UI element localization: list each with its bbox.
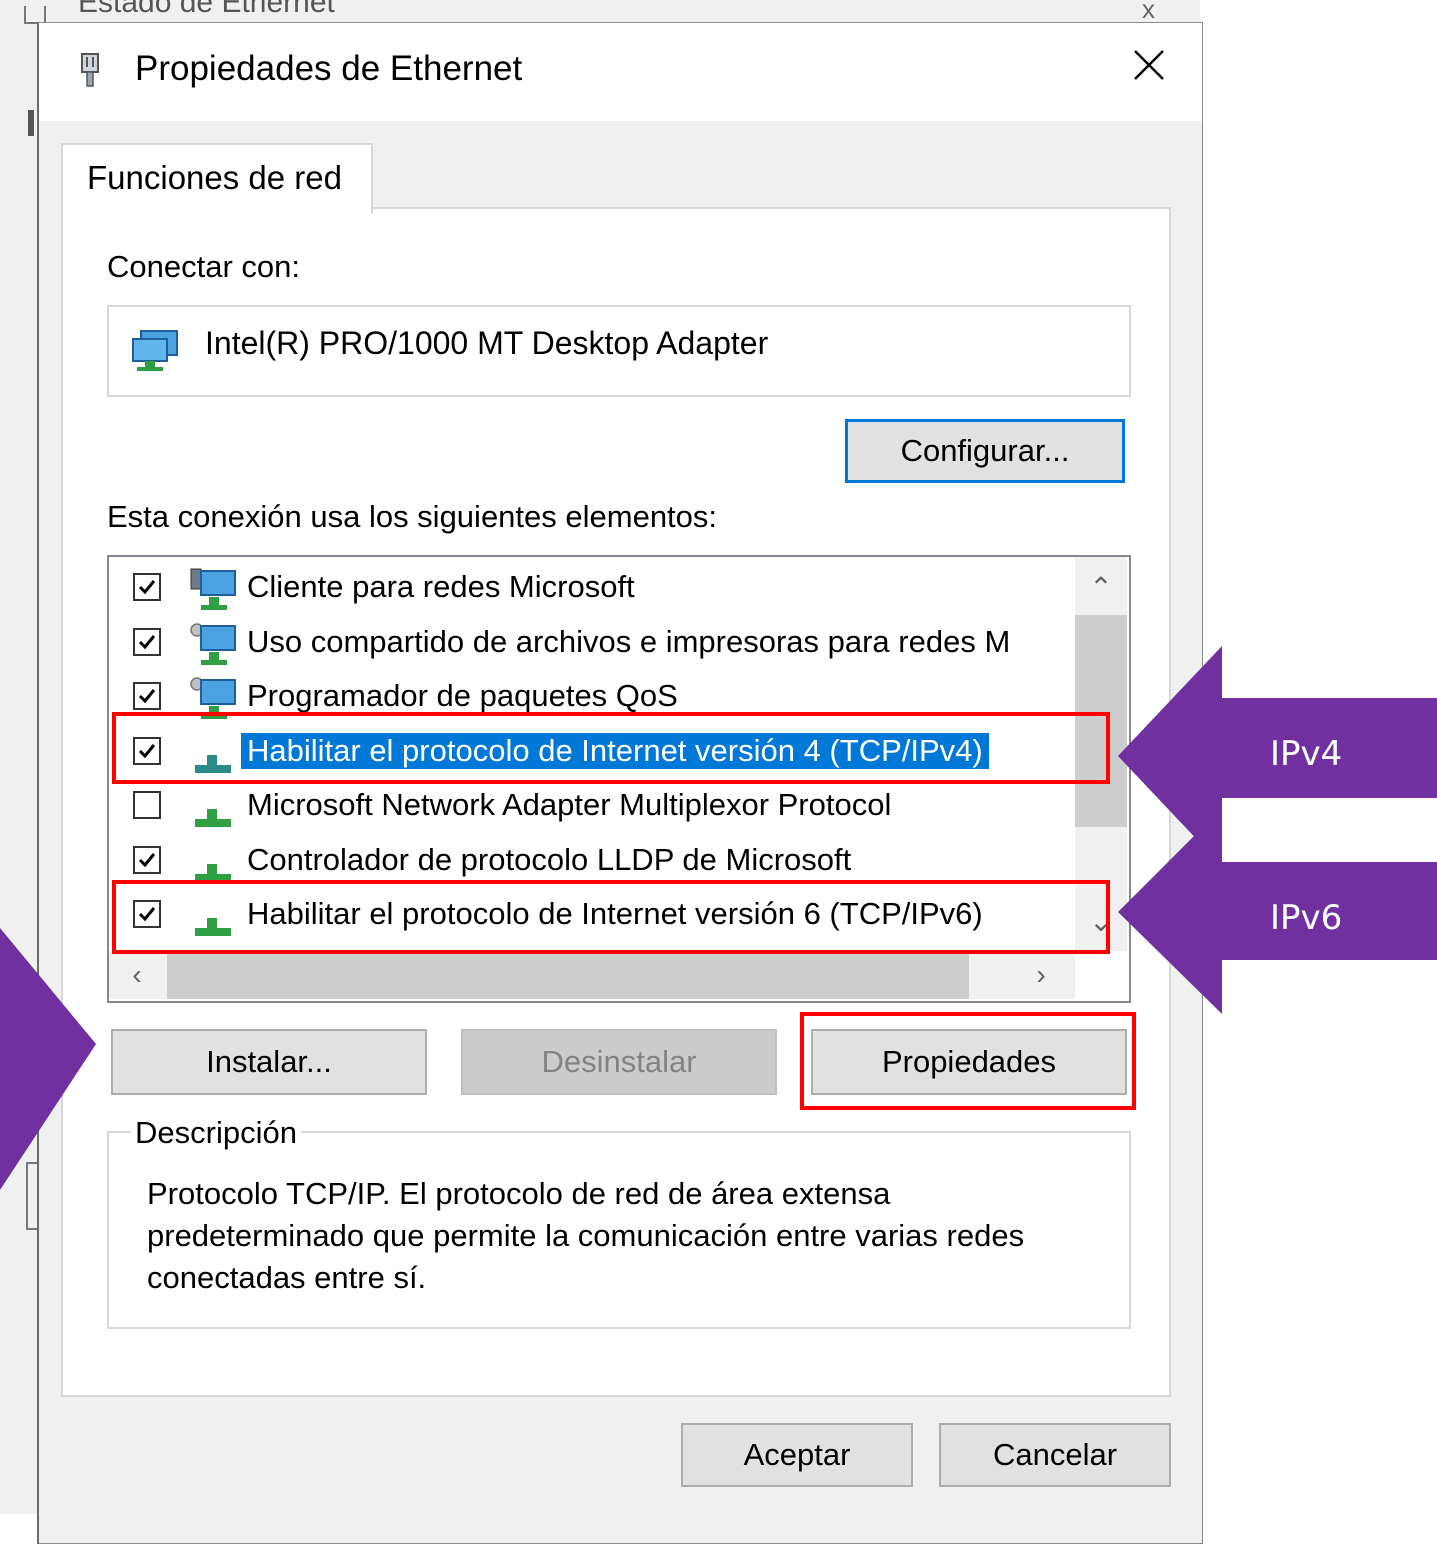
file-sharing-icon [190,622,236,665]
adapter-name: Intel(R) PRO/1000 MT Desktop Adapter [205,325,769,361]
list-item[interactable]: Uso compartido de archivos e impresoras … [109,616,1075,670]
item-checkbox[interactable] [133,845,161,874]
cancel-button[interactable]: Cancelar [939,1423,1171,1487]
ipv4-callout-label: IPv4 [1270,734,1343,774]
list-item[interactable]: Microsoft Network Adapter Multiplexor Pr… [109,779,1075,833]
tab-networking[interactable]: Funciones de red [61,143,373,213]
horizontal-scroll-thumb[interactable] [167,951,969,999]
elements-label: Esta conexión usa los siguientes element… [107,499,718,534]
description-text: Protocolo TCP/IP. El protocolo de red de… [147,1176,1025,1295]
checkmark-icon [138,634,156,649]
network-client-icon [190,568,236,610]
protocol-icon [195,809,231,827]
configure-button[interactable]: Configurar... [845,419,1125,483]
item-checkbox[interactable] [133,791,161,819]
checkmark-icon [138,580,156,595]
adapter-field: Intel(R) PRO/1000 MT Desktop Adapter [107,305,1131,397]
tab-label: Funciones de red [87,159,342,196]
ipv4-highlight-box [112,712,1110,784]
ok-button[interactable]: Aceptar [681,1423,913,1487]
item-checkbox[interactable] [133,573,161,601]
checkmark-icon [138,852,156,867]
horizontal-scrollbar[interactable]: ‹ › [109,951,1075,999]
properties-highlight-box [800,1012,1136,1110]
item-checkbox[interactable] [133,627,161,656]
scroll-left-icon[interactable]: ‹ [111,951,163,999]
item-label: Controlador de protocolo LLDP de Microso… [247,841,852,877]
description-title: Descripción [131,1115,301,1151]
network-adapter-icon [132,330,178,371]
item-checkbox[interactable] [133,682,161,710]
scroll-right-icon[interactable]: › [1015,951,1067,999]
dialog-title: Propiedades de Ethernet [135,49,523,88]
ipv6-callout-label: IPv6 [1270,898,1343,938]
connect-with-label: Conectar con: [107,249,300,284]
title-bar: Propiedades de Ethernet [39,23,1202,121]
background-edge [28,110,34,136]
background-window-title: Estado de Ethernet [78,0,335,19]
uninstall-button: Desinstalar [461,1029,777,1095]
install-button[interactable]: Instalar... [111,1029,427,1095]
item-label: Cliente para redes Microsoft [247,569,635,604]
item-label: Microsoft Network Adapter Multiplexor Pr… [247,787,892,822]
list-item[interactable]: Cliente para redes Microsoft [109,561,1075,615]
install-arrow [0,928,96,1190]
network-adapter-icon [81,53,99,87]
checkmark-icon [138,689,156,704]
close-icon[interactable] [1127,43,1171,87]
scroll-up-icon[interactable]: ⌃ [1075,563,1127,611]
item-label: Uso compartido de archivos e impresoras … [247,623,1011,659]
protocol-icon [195,863,231,882]
ipv6-highlight-box [112,880,1110,954]
item-label: Programador de paquetes QoS [247,678,678,713]
